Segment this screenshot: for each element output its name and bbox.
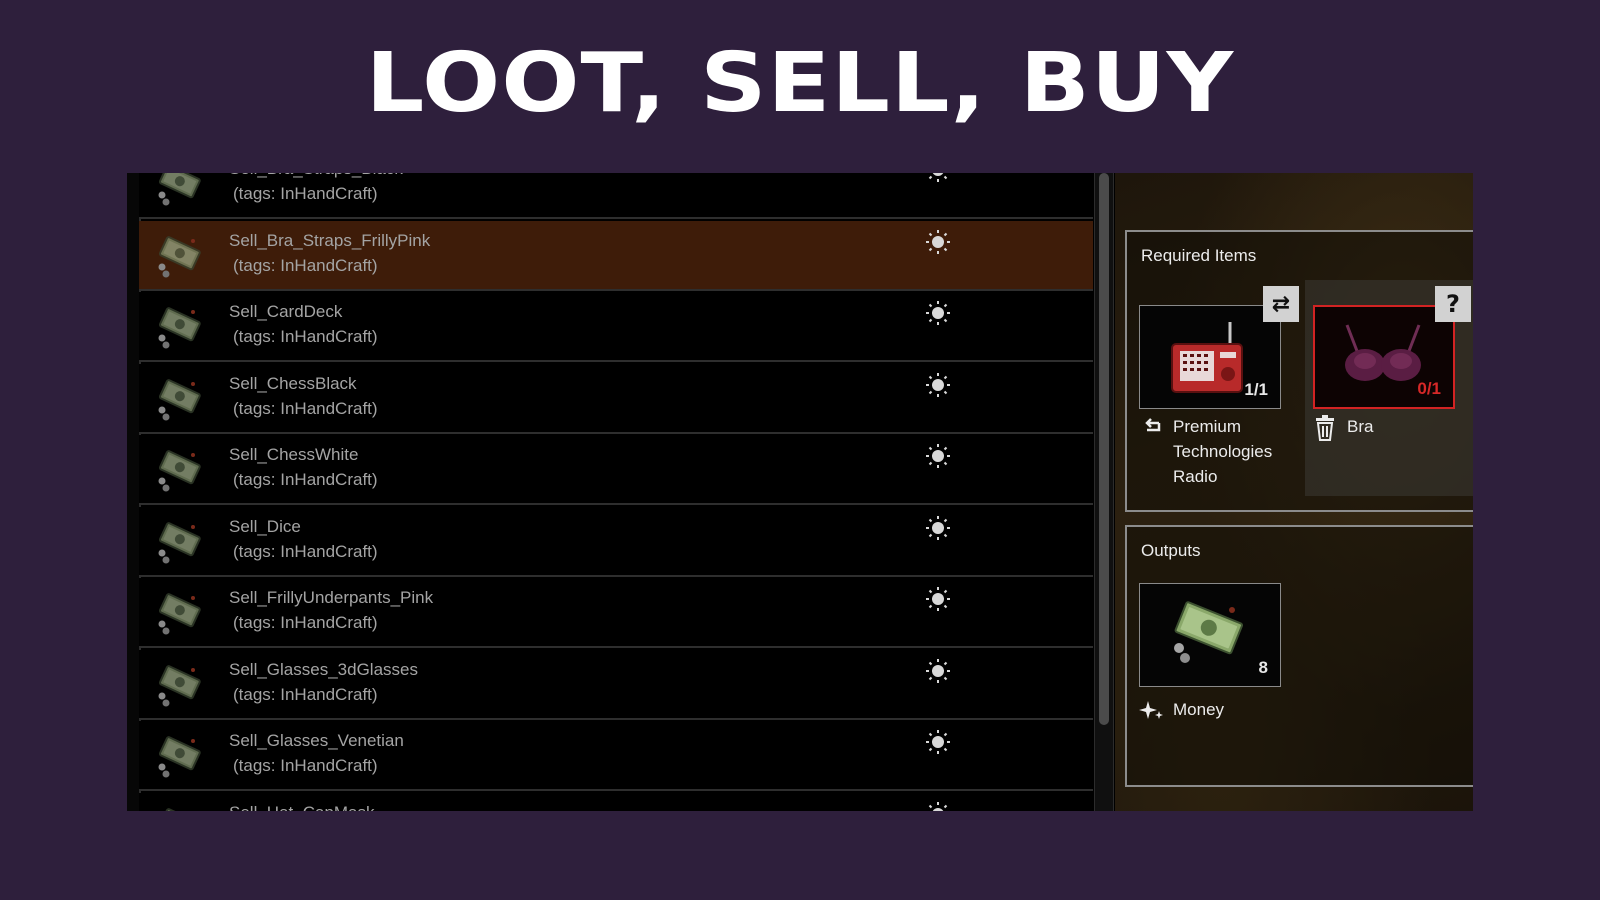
banner-title: LOOT, SELL, BUY [365, 36, 1235, 131]
radio-icon [1171, 322, 1243, 393]
sun-icon[interactable] [925, 586, 951, 612]
recipe-list-scrollbar[interactable] [1094, 173, 1114, 811]
recipe-name: Sell_ChessWhite [229, 445, 359, 464]
recipe-tags: (tags: InHandCraft) [233, 184, 378, 203]
recipe-row[interactable]: Sell_ChessBlack (tags: InHandCraft) [139, 363, 1093, 434]
recipe-row[interactable]: Sell_Glasses_Venetian (tags: InHandCraft… [139, 721, 1093, 791]
recipe-name: Sell_FrillyUnderpants_Pink [229, 588, 434, 607]
sun-icon[interactable] [925, 372, 951, 398]
required-item-label-radio: Premium Technologies Radio [1173, 414, 1272, 489]
trash-icon [1316, 415, 1334, 441]
recipe-tags: (tags: InHandCraft) [233, 613, 378, 632]
sun-icon[interactable] [925, 729, 951, 755]
money-icon [158, 736, 201, 778]
output-item-count: 8 [1258, 658, 1268, 677]
recipe-row[interactable]: Sell_Bra_Straps_FrillyPink (tags: InHand… [139, 220, 1093, 291]
required-items-title: Required Items [1141, 246, 1257, 265]
return-arrow-icon [1145, 418, 1161, 432]
recipe-name: Sell_Glasses_3dGlasses [229, 659, 418, 679]
label-line: Technologies [1173, 442, 1273, 461]
recipe-row[interactable]: Sell_FrillyUnderpants_Pink (tags: InHand… [139, 578, 1093, 648]
recipe-name: Sell_Bra_Straps_FrillyPink [229, 230, 431, 250]
recipe-row[interactable]: Sell_ChessWhite (tags: InHandCraft) [139, 435, 1093, 505]
recipe-tags: (tags: InHandCraft) [233, 541, 378, 561]
money-icon [158, 378, 201, 420]
money-icon [158, 664, 201, 706]
money-icon [158, 807, 201, 811]
recipe-tags: (tags: InHandCraft) [233, 327, 378, 346]
recipe-tags: (tags: InHandCraft) [233, 470, 378, 489]
money-icon [158, 235, 201, 277]
money-icon [158, 593, 201, 635]
recipe-tags: (tags: InHandCraft) [233, 398, 378, 418]
money-icon [1174, 601, 1244, 663]
recipe-row[interactable]: Sell_Dice (tags: InHandCraft) [139, 506, 1093, 577]
output-item-slot-money[interactable]: 8 [1139, 583, 1281, 687]
recipe-row[interactable]: Sell_Bra_Straps_Black (tags: InHandCraft… [139, 173, 1093, 219]
recipe-name: Sell_Bra_Straps_Black [229, 173, 403, 179]
required-item-count: 0/1 [1417, 379, 1441, 398]
required-item-label-bra: Bra [1347, 414, 1373, 439]
money-icon [158, 307, 201, 349]
label-line: Bra [1347, 417, 1374, 436]
required-item-slot-bra[interactable]: 0/1 [1313, 305, 1455, 409]
sun-icon[interactable] [925, 300, 951, 326]
recipe-list: Sell_Bra_Straps_Black (tags: InHandCraft… [139, 173, 1093, 811]
recipe-row[interactable]: Sell_CardDeck (tags: InHandCraft) [139, 292, 1093, 362]
sun-icon[interactable] [925, 229, 951, 255]
recipe-tags: (tags: InHandCraft) [233, 255, 378, 275]
required-items-panel: Required Items 1/1 ⇄ Premium Technologie… [1125, 230, 1473, 512]
recipe-name: Sell_Dice [229, 516, 301, 536]
recipe-name: Sell_Hat_CapMask [229, 803, 375, 812]
recipe-name: Sell_CardDeck [229, 302, 343, 321]
sun-icon[interactable] [925, 443, 951, 469]
recipe-name: Sell_ChessBlack [229, 373, 357, 393]
recipe-tags: (tags: InHandCraft) [233, 756, 378, 775]
sun-icon[interactable] [925, 173, 951, 183]
output-item-label: Money [1173, 700, 1225, 719]
outputs-title: Outputs [1141, 541, 1201, 560]
money-icon [158, 173, 201, 206]
scrollbar-thumb[interactable] [1099, 173, 1109, 725]
recipe-row[interactable]: Sell_Hat_CapMask [139, 792, 1093, 812]
sparkle-icon [1139, 701, 1163, 719]
sun-icon[interactable] [925, 658, 951, 684]
bra-icon [1345, 324, 1421, 381]
world-background: Required Items 1/1 ⇄ Premium Technologie… [1115, 173, 1473, 811]
money-icon [158, 450, 201, 492]
recipe-tags: (tags: InHandCraft) [233, 684, 378, 704]
required-item-slot-radio[interactable]: 1/1 [1139, 305, 1281, 409]
outputs-panel: Outputs 8 Money [1125, 525, 1473, 787]
required-item-count: 1/1 [1244, 380, 1268, 399]
recipe-row[interactable]: Sell_Glasses_3dGlasses (tags: InHandCraf… [139, 649, 1093, 720]
sun-icon[interactable] [925, 801, 951, 812]
recipe-name: Sell_Glasses_Venetian [229, 731, 404, 750]
swap-item-button[interactable]: ⇄ [1263, 286, 1299, 322]
crafting-window: Sell_Bra_Straps_Black (tags: InHandCraft… [127, 173, 1473, 811]
label-line: Radio [1173, 467, 1218, 486]
money-icon [158, 521, 201, 563]
help-button[interactable]: ? [1435, 286, 1471, 322]
label-line: Premium [1173, 417, 1242, 436]
sun-icon[interactable] [925, 515, 951, 541]
